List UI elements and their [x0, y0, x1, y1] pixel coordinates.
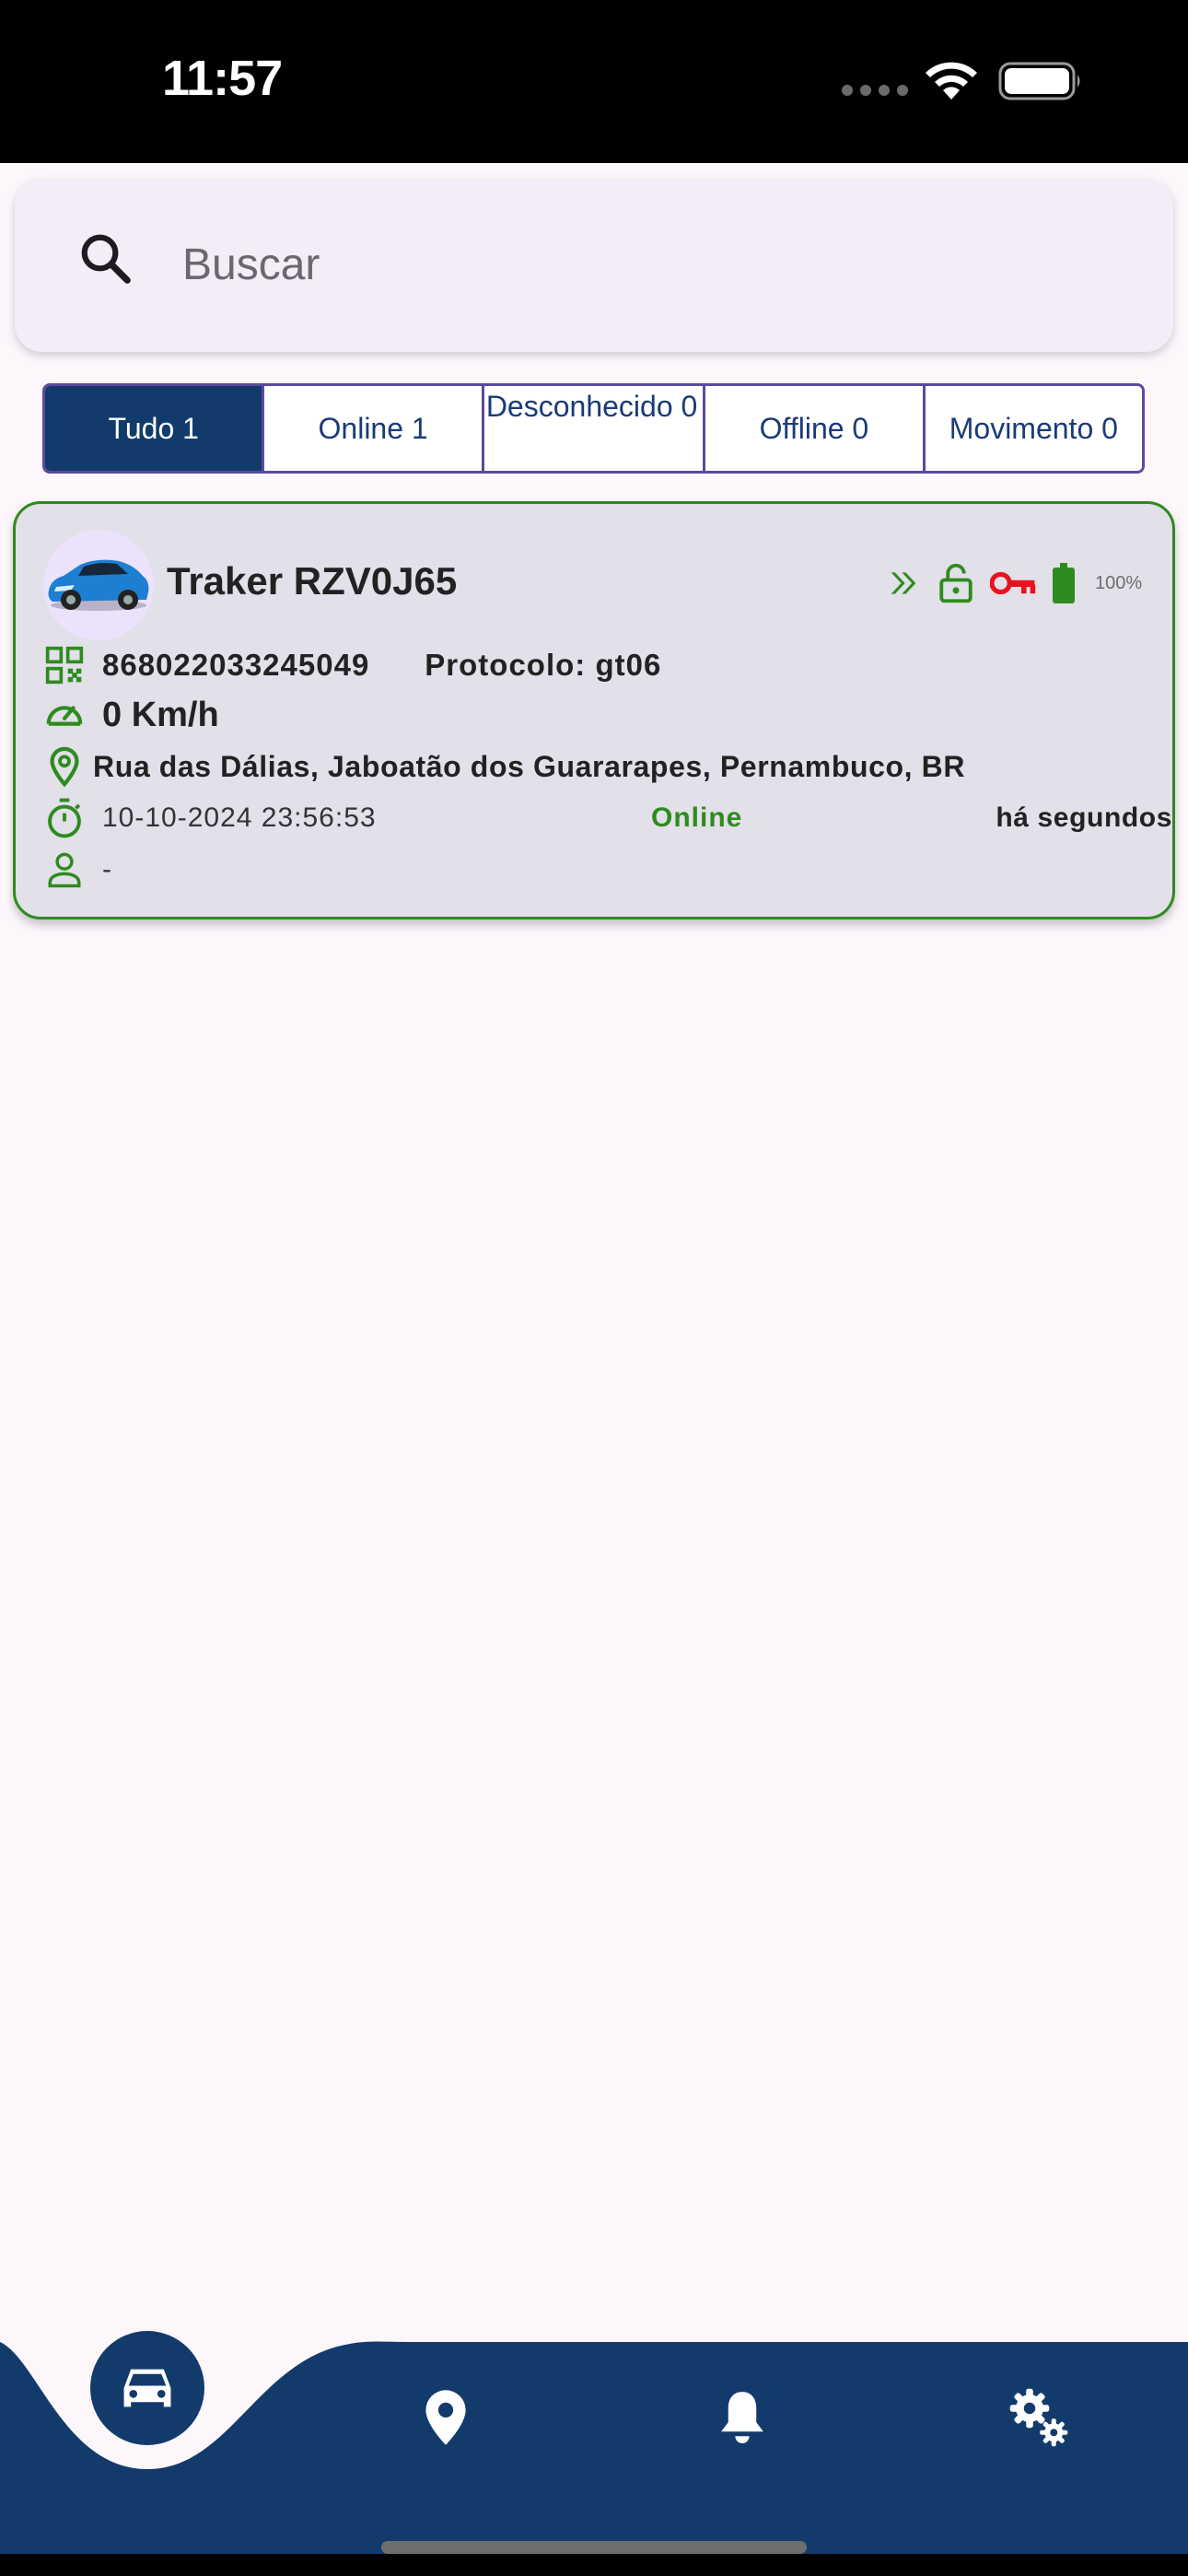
device-imei: 868022033245049 — [102, 648, 370, 682]
driver-name: - — [102, 854, 111, 884]
bell-icon — [721, 2392, 763, 2443]
nav-map-button[interactable] — [409, 2381, 483, 2454]
last-update-relative: há segundos — [996, 802, 1172, 833]
settings-gears-icon — [1009, 2388, 1068, 2447]
status-time: 11:57 — [162, 51, 283, 106]
signal-dots-icon — [842, 85, 908, 96]
filter-tabs: Tudo 1 Online 1 Desconhecido 0 Offline 0… — [42, 383, 1145, 474]
location-pin-icon — [43, 745, 86, 788]
car-icon — [123, 2369, 171, 2407]
wifi-icon — [926, 62, 977, 100]
double-chevron-right-icon — [891, 572, 916, 594]
battery-level: 100% — [1095, 572, 1143, 593]
timestamp-row: 10-10-2024 23:56:53 Online há segundos — [43, 797, 1171, 839]
nav-vehicles-button[interactable] — [90, 2331, 204, 2445]
vehicle-status-icons: 100% — [885, 561, 1142, 605]
tab-moving[interactable]: Movimento 0 — [925, 386, 1142, 471]
nav-notifications-button[interactable] — [705, 2381, 779, 2454]
tab-online[interactable]: Online 1 — [264, 386, 484, 471]
last-position-datetime: 10-10-2024 23:56:53 — [102, 802, 377, 833]
battery-status-icon — [998, 62, 1080, 100]
imei-row: 868022033245049 Protocolo: gt06 — [43, 644, 661, 686]
map-pin-icon — [425, 2390, 466, 2445]
address-row: Rua das Dálias, Jaboatão dos Guararapes,… — [43, 745, 965, 788]
car-photo-icon — [48, 559, 149, 611]
qr-code-icon — [43, 644, 86, 686]
device-protocol: Protocolo: gt06 — [425, 648, 662, 682]
battery-full-icon — [1053, 563, 1075, 603]
vehicle-avatar — [43, 530, 154, 640]
tab-offline[interactable]: Offline 0 — [705, 386, 926, 471]
search-icon — [81, 234, 131, 284]
tab-unknown[interactable]: Desconhecido 0 — [483, 386, 706, 471]
vehicle-card[interactable]: Traker RZV0J65 100% 868022033245049 Prot… — [13, 501, 1175, 919]
speed-row: 0 Km/h — [43, 694, 219, 736]
search-input[interactable] — [182, 223, 1103, 306]
person-icon — [43, 849, 86, 891]
vehicle-address: Rua das Dálias, Jaboatão dos Guararapes,… — [93, 749, 966, 783]
tab-all[interactable]: Tudo 1 — [45, 386, 265, 471]
home-indicator[interactable] — [381, 2541, 807, 2554]
nav-settings-button[interactable] — [1002, 2381, 1076, 2454]
status-bar: 11:57 — [0, 0, 1188, 163]
status-badge: Online — [651, 802, 743, 833]
speedometer-icon — [43, 694, 86, 736]
stopwatch-icon — [43, 797, 86, 839]
driver-row: - — [43, 849, 111, 891]
key-icon — [990, 571, 1036, 595]
unlocked-padlock-icon — [939, 563, 973, 603]
vehicle-name: Traker RZV0J65 — [167, 559, 458, 603]
vehicle-speed: 0 Km/h — [102, 695, 219, 734]
search-bar[interactable] — [15, 179, 1173, 352]
